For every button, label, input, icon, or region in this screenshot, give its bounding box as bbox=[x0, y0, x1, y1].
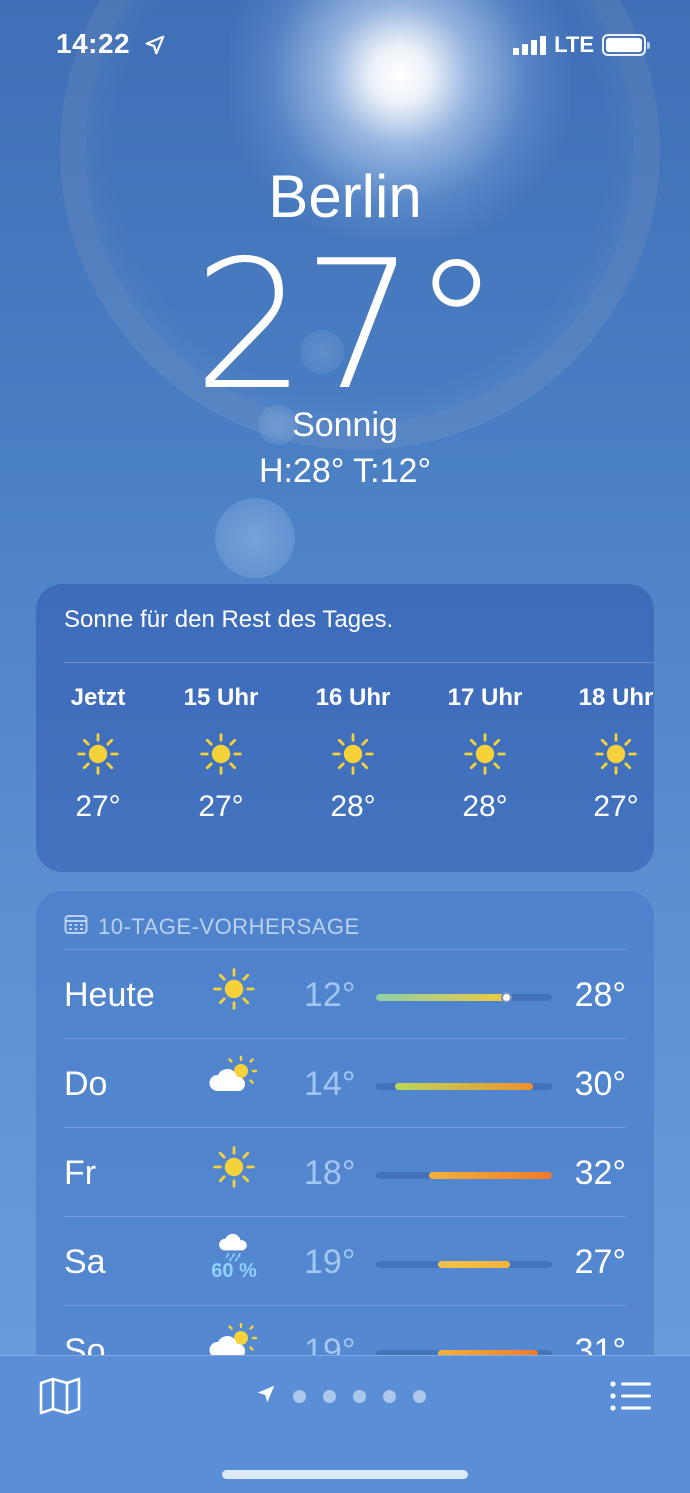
current-temperature: 27° bbox=[193, 222, 501, 429]
location-services-icon bbox=[144, 34, 166, 61]
day-label: Sa bbox=[64, 1243, 106, 1281]
hour-label: 15 Uhr bbox=[183, 684, 259, 711]
divider bbox=[64, 662, 654, 663]
ten-day-forecast-card[interactable]: 10-TAGE-VORHERSAGE Heute 12° 28° Do 14° … bbox=[36, 891, 654, 1411]
temperature-range-track bbox=[376, 1083, 552, 1090]
temperature-range-track bbox=[376, 1261, 552, 1268]
hourly-item: Jetzt 27° bbox=[53, 684, 143, 824]
current-temp-dot bbox=[501, 992, 513, 1003]
page-indicator[interactable] bbox=[256, 1384, 426, 1409]
sun-icon bbox=[204, 966, 264, 1016]
hour-label: 17 Uhr bbox=[447, 684, 523, 711]
current-condition: Sonnig bbox=[292, 406, 398, 444]
map-icon[interactable] bbox=[38, 1376, 82, 1421]
temperature-range-bar bbox=[428, 1172, 552, 1179]
ten-day-title: 10-TAGE-VORHERSAGE bbox=[98, 914, 360, 939]
hour-temperature: 27° bbox=[75, 790, 121, 823]
battery-icon bbox=[602, 34, 650, 56]
temperature-range-bar bbox=[437, 1261, 510, 1268]
daily-row[interactable]: Do 14° 30° bbox=[64, 1039, 626, 1128]
status-indicators: LTE bbox=[513, 32, 650, 58]
hour-temperature: 28° bbox=[330, 790, 376, 823]
hour-temperature: 27° bbox=[198, 790, 244, 823]
precipitation-chance: 60 % bbox=[211, 1260, 257, 1282]
sun-icon bbox=[204, 1144, 264, 1194]
hourly-item: 16 Uhr 28° bbox=[308, 684, 398, 824]
daily-row[interactable]: Heute 12° 28° bbox=[64, 950, 626, 1039]
page-dot[interactable] bbox=[293, 1390, 306, 1403]
temperature-range-track bbox=[376, 992, 552, 1003]
hourly-forecast-card[interactable]: Sonne für den Rest des Tages. Jetzt 27° 1… bbox=[36, 584, 654, 872]
network-type: LTE bbox=[554, 32, 594, 57]
hour-label: 18 Uhr bbox=[578, 684, 654, 711]
high-temperature: 27° bbox=[574, 1243, 626, 1281]
status-time: 14:22 bbox=[56, 28, 131, 59]
high-low-temperature: H:28° T:12° bbox=[258, 452, 432, 490]
hour-label: 16 Uhr bbox=[315, 684, 391, 711]
high-temperature: 30° bbox=[574, 1065, 626, 1103]
page-dot[interactable] bbox=[383, 1390, 396, 1403]
list-icon[interactable] bbox=[610, 1380, 652, 1417]
day-label: Fr bbox=[64, 1154, 97, 1192]
sun-icon bbox=[571, 724, 661, 784]
sun-icon bbox=[53, 724, 143, 784]
low-temperature: 12° bbox=[304, 976, 356, 1014]
hourly-item: 17 Uhr 28° bbox=[440, 684, 530, 824]
bottom-toolbar bbox=[0, 1355, 690, 1493]
sun-icon bbox=[308, 724, 398, 784]
partly-cloudy-icon bbox=[204, 1055, 264, 1105]
daily-row[interactable]: Fr 18° 32° bbox=[64, 1128, 626, 1217]
high-temperature: 28° bbox=[574, 976, 626, 1014]
temperature-range-bar bbox=[376, 994, 508, 1001]
ten-day-header: 10-TAGE-VORHERSAGE bbox=[64, 913, 360, 941]
hour-temperature: 28° bbox=[462, 790, 508, 823]
cellular-signal-icon bbox=[513, 35, 547, 55]
rain-cloud-icon: 60 % bbox=[204, 1233, 264, 1283]
day-label: Heute bbox=[64, 976, 155, 1014]
hourly-summary: Sonne für den Rest des Tages. bbox=[64, 606, 394, 633]
low-temperature: 19° bbox=[304, 1243, 356, 1281]
hourly-item: 18 Uhr 27° bbox=[571, 684, 661, 824]
page-dot[interactable] bbox=[413, 1390, 426, 1403]
sun-icon bbox=[176, 724, 266, 784]
sun-icon bbox=[440, 724, 530, 784]
day-label: Do bbox=[64, 1065, 108, 1103]
location-arrow-icon bbox=[256, 1384, 276, 1409]
daily-row[interactable]: Sa 60 % 19° 27° bbox=[64, 1217, 626, 1306]
hourly-item: 15 Uhr 27° bbox=[176, 684, 266, 824]
lens-flare bbox=[215, 498, 295, 578]
page-dot[interactable] bbox=[323, 1390, 336, 1403]
home-indicator[interactable] bbox=[222, 1470, 468, 1479]
low-temperature: 18° bbox=[304, 1154, 356, 1192]
temperature-range-track bbox=[376, 1172, 552, 1179]
high-temperature: 32° bbox=[574, 1154, 626, 1192]
calendar-icon bbox=[64, 913, 88, 941]
hour-label: Jetzt bbox=[70, 684, 126, 711]
hour-temperature: 27° bbox=[593, 790, 639, 823]
page-dot[interactable] bbox=[353, 1390, 366, 1403]
temperature-range-bar bbox=[395, 1083, 533, 1090]
city-name: Berlin bbox=[268, 163, 422, 230]
low-temperature: 14° bbox=[304, 1065, 356, 1103]
